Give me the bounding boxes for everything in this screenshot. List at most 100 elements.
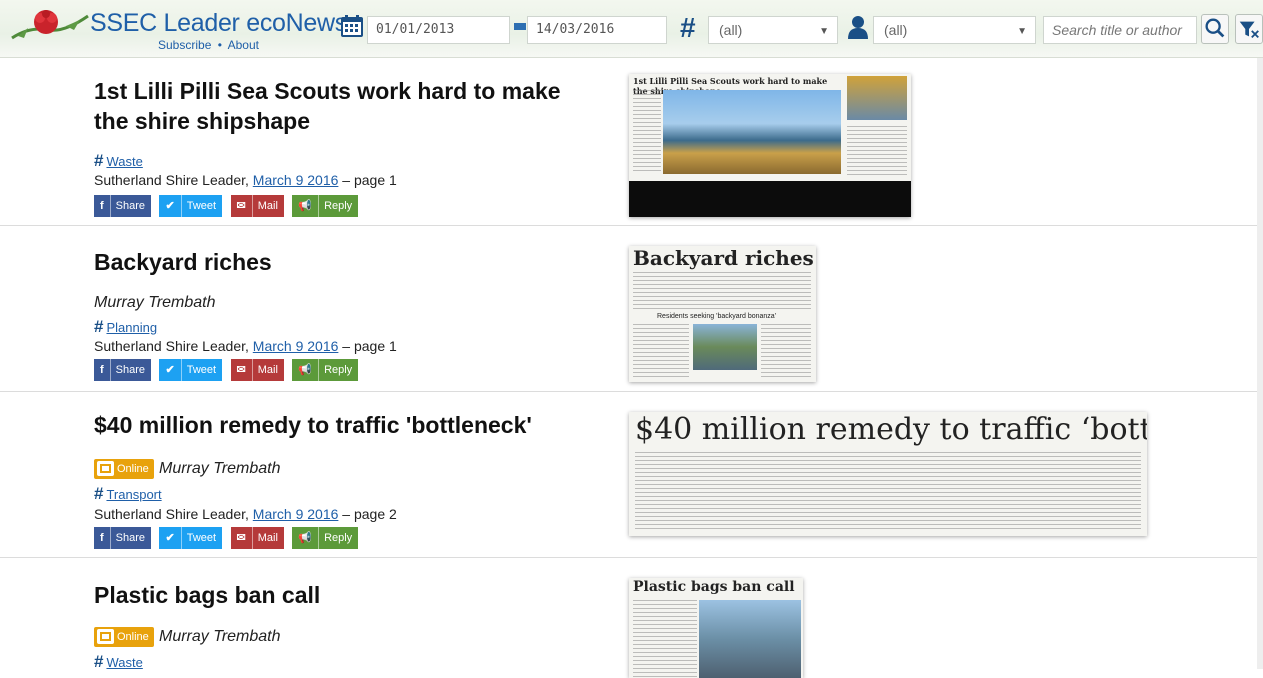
article-tag: # Waste — [94, 151, 143, 171]
waratah-logo-icon — [11, 10, 89, 40]
page-number: – page 1 — [342, 338, 397, 354]
article-thumbnail[interactable]: $40 million remedy to traffic ‘bottlenec… — [629, 412, 1147, 536]
thumbnail-dark-band — [629, 181, 911, 217]
reply-button[interactable]: 📢 Reply — [292, 527, 359, 549]
hash-icon: # — [94, 317, 104, 336]
author-value: (all) — [884, 22, 908, 38]
reply-button[interactable]: 📢 Reply — [292, 359, 359, 381]
facebook-icon: f — [100, 359, 111, 381]
online-icon — [97, 629, 114, 644]
mail-icon: ✉ — [237, 359, 253, 381]
page-number: – page 1 — [342, 172, 397, 188]
page-number: – page 2 — [342, 506, 397, 522]
article-source: Sutherland Shire Leader, March 9 2016 – … — [94, 338, 397, 354]
article-thumbnail[interactable]: Backyard riches Residents seeking 'backy… — [629, 246, 816, 382]
twitter-tweet-button[interactable]: ✔ Tweet — [159, 527, 223, 549]
facebook-icon: f — [100, 195, 111, 217]
facebook-share-button[interactable]: f Share — [94, 195, 152, 217]
article-title[interactable]: 1st Lilli Pilli Sea Scouts work hard to … — [94, 76, 594, 136]
article-title[interactable]: Plastic bags ban call — [94, 580, 594, 610]
filter-clear-icon — [1239, 21, 1259, 39]
brand-title[interactable]: SSEC Leader ecoNews — [90, 9, 347, 38]
date-from-input[interactable]: 01/01/2013 — [367, 16, 510, 44]
facebook-share-button[interactable]: f Share — [94, 527, 152, 549]
article-title[interactable]: $40 million remedy to traffic 'bottlenec… — [94, 410, 594, 440]
thumbnail-photo — [699, 600, 801, 678]
reply-button[interactable]: 📢 Reply — [292, 195, 359, 217]
hash-icon: # — [94, 151, 104, 170]
mail-icon: ✉ — [237, 195, 253, 217]
twitter-tweet-button[interactable]: ✔ Tweet — [159, 359, 223, 381]
mail-button[interactable]: ✉ Mail — [230, 359, 284, 381]
megaphone-icon: 📢 — [298, 195, 320, 217]
twitter-tweet-button[interactable]: ✔ Tweet — [159, 195, 223, 217]
link-separator: • — [217, 38, 222, 52]
subscribe-link[interactable]: Subscribe — [158, 38, 211, 52]
search-button[interactable] — [1201, 14, 1229, 44]
category-hash-icon: # — [680, 12, 696, 43]
date-range-dash — [514, 23, 526, 30]
hash-icon: # — [94, 484, 104, 503]
chevron-down-icon: ▼ — [1017, 26, 1027, 37]
online-icon — [97, 461, 114, 476]
thumbnail-photo — [663, 90, 841, 174]
chevron-down-icon: ▼ — [819, 26, 829, 37]
scrollbar[interactable] — [1257, 58, 1263, 669]
article-source: Sutherland Shire Leader, March 9 2016 – … — [94, 172, 397, 188]
tag-link[interactable]: Waste — [106, 655, 142, 670]
thumbnail-photo — [693, 324, 757, 370]
hash-icon: # — [94, 652, 104, 671]
article-item: $40 million remedy to traffic 'bottlenec… — [0, 392, 1263, 558]
search-input[interactable]: Search title or author — [1043, 16, 1197, 44]
thumbnail-headline: Plastic bags ban call — [633, 579, 795, 595]
category-select[interactable]: (all) ▼ — [708, 16, 838, 44]
article-author[interactable]: Murray Trembath — [159, 628, 281, 646]
thumbnail-subheadline: Residents seeking 'backyard bonanza' — [657, 313, 777, 320]
author-select[interactable]: (all) ▼ — [873, 16, 1036, 44]
date-link[interactable]: March 9 2016 — [253, 172, 339, 188]
article-item: Backyard riches Murray Trembath # Plannin… — [0, 226, 1263, 392]
thumbnail-headline: $40 million remedy to traffic ‘bottlenec… — [635, 412, 1147, 447]
source-name: Sutherland Shire Leader, — [94, 172, 249, 188]
share-bar: f Share ✔ Tweet ✉ Mail 📢 Reply — [94, 195, 362, 217]
person-icon — [848, 16, 868, 39]
article-item: 1st Lilli Pilli Sea Scouts work hard to … — [0, 58, 1263, 226]
tag-link[interactable]: Waste — [106, 154, 142, 169]
header-links: Subscribe • About — [158, 38, 259, 52]
article-tag: # Planning — [94, 317, 157, 337]
mail-button[interactable]: ✉ Mail — [230, 527, 284, 549]
tag-link[interactable]: Transport — [106, 487, 161, 502]
facebook-share-button[interactable]: f Share — [94, 359, 152, 381]
share-bar: f Share ✔ Tweet ✉ Mail 📢 Reply — [94, 527, 362, 549]
megaphone-icon: 📢 — [298, 359, 320, 381]
clear-filter-button[interactable] — [1235, 14, 1263, 44]
twitter-icon: ✔ — [165, 195, 182, 217]
article-thumbnail[interactable]: Plastic bags ban call — [629, 578, 803, 678]
article-source: Sutherland Shire Leader, March 9 2016 – … — [94, 506, 397, 522]
mail-button[interactable]: ✉ Mail — [230, 195, 284, 217]
calendar-icon[interactable] — [340, 14, 364, 38]
megaphone-icon: 📢 — [298, 527, 320, 549]
thumbnail-headline: Backyard riches — [633, 246, 814, 270]
article-item: Plastic bags ban call Online Murray Trem… — [0, 558, 1263, 678]
top-bar: SSEC Leader ecoNews Subscribe • About 01… — [0, 0, 1263, 58]
article-author[interactable]: Murray Trembath — [159, 460, 281, 478]
date-link[interactable]: March 9 2016 — [253, 338, 339, 354]
source-name: Sutherland Shire Leader, — [94, 338, 249, 354]
online-badge: Online — [94, 627, 154, 647]
date-link[interactable]: March 9 2016 — [253, 506, 339, 522]
thumbnail-side-photo — [847, 76, 907, 120]
article-thumbnail[interactable]: 1st Lilli Pilli Sea Scouts work hard to … — [629, 74, 911, 217]
search-icon — [1205, 18, 1225, 38]
twitter-icon: ✔ — [165, 359, 182, 381]
article-tag: # Waste — [94, 652, 143, 672]
article-title[interactable]: Backyard riches — [94, 247, 594, 277]
online-badge: Online — [94, 459, 154, 479]
source-name: Sutherland Shire Leader, — [94, 506, 249, 522]
article-author[interactable]: Murray Trembath — [94, 294, 216, 312]
tag-link[interactable]: Planning — [106, 320, 157, 335]
category-value: (all) — [719, 22, 743, 38]
about-link[interactable]: About — [228, 38, 259, 52]
facebook-icon: f — [100, 527, 111, 549]
date-to-input[interactable]: 14/03/2016 — [527, 16, 667, 44]
